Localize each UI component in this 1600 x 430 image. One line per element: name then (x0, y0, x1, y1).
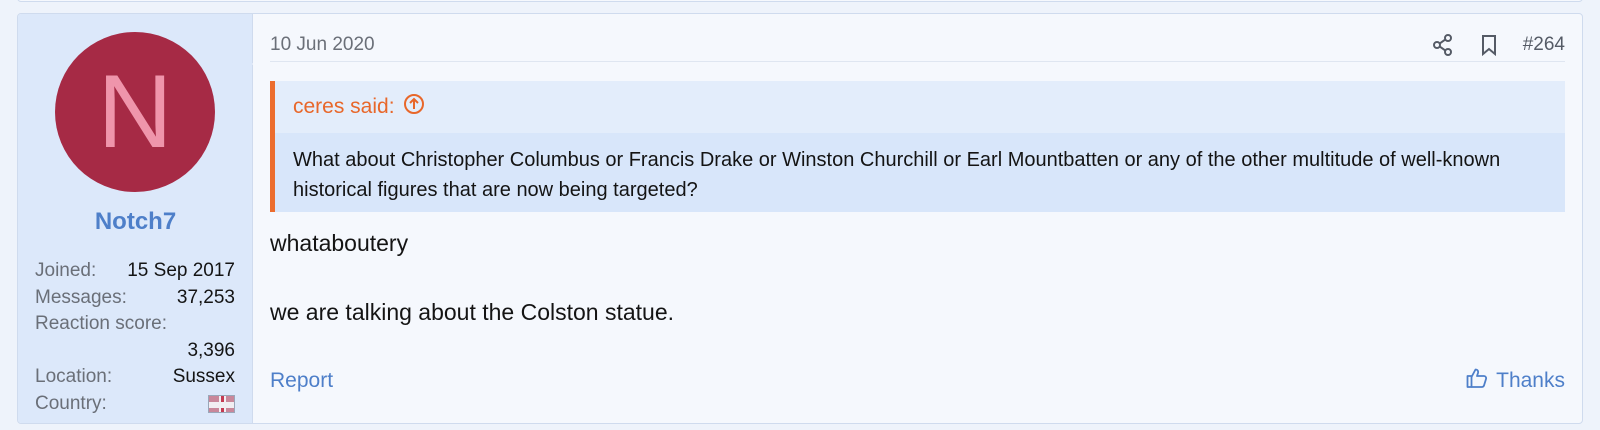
stat-messages: Messages: 37,253 (35, 285, 235, 312)
stat-value: 3,396 (187, 339, 235, 361)
post-header: 10 Jun 2020 #264 (270, 28, 1565, 62)
stat-label: Joined: (35, 260, 97, 282)
post-actions: #264 (1431, 33, 1565, 57)
post-content: 10 Jun 2020 #264 ceres said: What about … (253, 14, 1582, 423)
user-info-panel: N Notch7 Joined: 15 Sep 2017 Messages: 3… (18, 14, 264, 423)
stat-reaction-score-label: Reaction score: (35, 311, 235, 338)
thanks-label: Thanks (1496, 369, 1565, 392)
stat-reaction-score-value: 3,396 (35, 338, 235, 365)
uk-flag-icon (208, 394, 235, 413)
share-icon[interactable] (1431, 33, 1455, 57)
stat-value[interactable]: 37,253 (177, 287, 235, 309)
quote-block: ceres said: What about Christopher Colum… (270, 81, 1565, 212)
post-number-link[interactable]: #264 (1523, 34, 1565, 56)
stat-label: Country: (35, 392, 107, 414)
bookmark-icon[interactable] (1477, 33, 1501, 57)
thumbs-up-icon (1466, 367, 1488, 395)
quote-author[interactable]: ceres said: (293, 95, 395, 119)
report-link[interactable]: Report (270, 369, 333, 393)
stat-value: Sussex (172, 366, 235, 388)
stat-label: Messages: (35, 286, 127, 308)
avatar-letter: N (97, 54, 173, 170)
post-date[interactable]: 10 Jun 2020 (270, 34, 1431, 56)
user-stats: Joined: 15 Sep 2017 Messages: 37,253 Rea… (35, 258, 235, 417)
forum-post: N Notch7 Joined: 15 Sep 2017 Messages: 3… (17, 13, 1583, 424)
stat-joined: Joined: 15 Sep 2017 (35, 258, 235, 285)
avatar[interactable]: N (55, 32, 215, 192)
stat-location: Location: Sussex (35, 364, 235, 391)
message-paragraph: whataboutery (270, 230, 409, 256)
previous-post-edge (17, 0, 1583, 2)
quote-header[interactable]: ceres said: (275, 81, 1565, 133)
thanks-button[interactable]: Thanks (1466, 367, 1565, 395)
arrow-up-circle-icon[interactable] (403, 93, 425, 121)
message-paragraph: we are talking about the Colston statue. (270, 299, 675, 325)
message-body: whataboutery we are talking about the Co… (270, 227, 1565, 365)
stat-value: 15 Sep 2017 (127, 260, 235, 282)
post-footer: Report Thanks (270, 366, 1565, 396)
stat-label: Location: (35, 366, 113, 388)
stat-label: Reaction score: (35, 313, 168, 335)
quote-text: What about Christopher Columbus or Franc… (293, 149, 1501, 201)
stat-country: Country: (35, 391, 235, 418)
username-link[interactable]: Notch7 (18, 208, 253, 236)
